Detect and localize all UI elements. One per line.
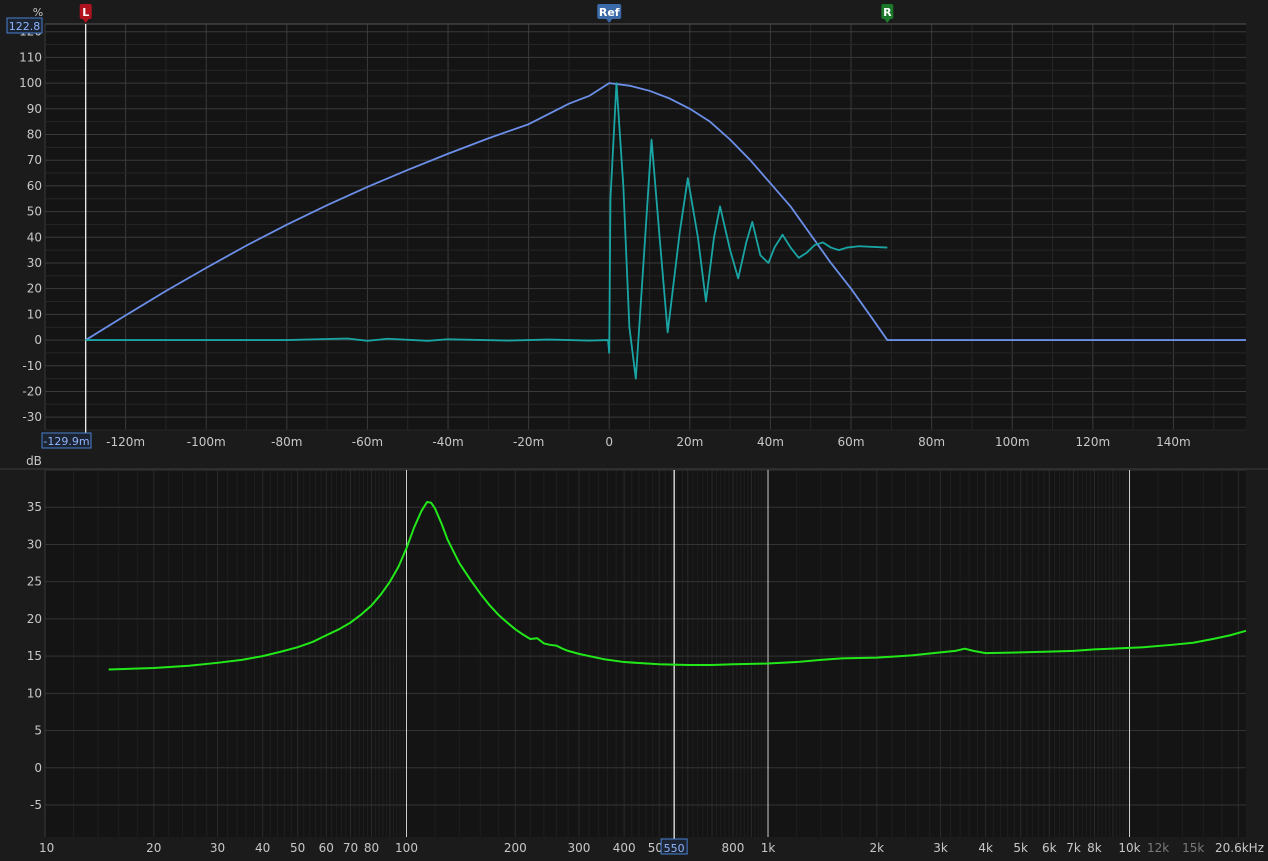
x-tick-label: 400 (613, 841, 636, 855)
y-tick-label: -5 (30, 798, 42, 812)
y-tick-label: 10 (27, 686, 42, 700)
chart-canvas: 1201101009080706050403020100-10-20-30-12… (0, 4, 1268, 855)
y-tick-label: 50 (27, 205, 42, 219)
x-tick-label: 20 (146, 841, 161, 855)
x-tick-label: 1k (761, 841, 776, 855)
y-tick-label: 20 (27, 612, 42, 626)
y-tick-label: 35 (27, 500, 42, 514)
x-tick-label: 5k (1013, 841, 1028, 855)
x-tick-label: 100 (395, 841, 418, 855)
right-marker-label: R (883, 6, 892, 19)
frequency-panel[interactable]: 35302520151050-5dB10 20 30 40 50 60 70 80 100 200… (0, 454, 1268, 855)
y-tick-label: 40 (27, 230, 42, 244)
x-tick-label: 40m (757, 435, 784, 449)
y-tick-label: 30 (27, 537, 42, 551)
x-tick-label: 300 (568, 841, 591, 855)
left-marker-label: L (82, 6, 89, 19)
cursor-x-readout: -129.9m (43, 435, 89, 448)
impulse-panel[interactable]: 1201101009080706050403020100-10-20-30-12… (6, 4, 1246, 449)
y-tick-label: 70 (27, 153, 42, 167)
x-tick-label: 100m (995, 435, 1030, 449)
y-axis-unit: % (33, 6, 43, 19)
x-tick-label: 30 (210, 841, 225, 855)
y-tick-label: 110 (19, 50, 42, 64)
y-tick-label: -20 (22, 384, 42, 398)
x-tick-label: 140m (1156, 435, 1191, 449)
y-tick-label: 25 (27, 575, 42, 589)
cursor-y-readout: 122.8 (9, 20, 41, 33)
x-tick-label: 20m (676, 435, 703, 449)
x-tick-label: 2k (870, 841, 885, 855)
y-tick-label: 20 (27, 282, 42, 296)
x-tick-label: 80m (918, 435, 945, 449)
x-tick-label: -120m (106, 435, 145, 449)
ir-window: 1201101009080706050403020100-10-20-30-12… (0, 0, 1268, 857)
y-tick-label: 30 (27, 256, 42, 270)
ref-marker-pointer (606, 19, 613, 23)
y-tick-label: -30 (22, 410, 42, 424)
cursor-x-readout: 550 (664, 842, 685, 855)
y-tick-label: 90 (27, 102, 42, 116)
left-marker[interactable]: L (79, 4, 92, 23)
x-tick-label: 6k (1042, 841, 1057, 855)
x-tick-label: -100m (187, 435, 226, 449)
x-tick-label: 50 (290, 841, 305, 855)
x-tick-label: 200 (504, 841, 527, 855)
x-tick-label: 3k (933, 841, 948, 855)
x-tick-label: 120m (1076, 435, 1111, 449)
x-tick-label: -80m (271, 435, 302, 449)
x-tick-label: 80 (364, 841, 379, 855)
ref-marker-label: Ref (599, 6, 620, 19)
x-tick-label: -40m (432, 435, 463, 449)
y-tick-label: 0 (34, 761, 42, 775)
x-tick-label: 15k (1182, 841, 1204, 855)
y-tick-label: 15 (27, 649, 42, 663)
x-tick-label: 20.6kHz (1215, 841, 1264, 855)
x-tick-label: 60 (319, 841, 334, 855)
x-tick-label: 8k (1087, 841, 1102, 855)
left-marker-pointer (82, 19, 89, 23)
y-tick-label: 10 (27, 307, 42, 321)
x-tick-label: 10k (1118, 841, 1140, 855)
x-tick-label: -60m (352, 435, 383, 449)
y-tick-label: 80 (27, 127, 42, 141)
ref-marker[interactable]: Ref (597, 4, 622, 23)
y-tick-label: 0 (34, 333, 42, 347)
x-tick-label: 70 (343, 841, 358, 855)
x-tick-label: 800 (722, 841, 745, 855)
x-tick-label: 7k (1066, 841, 1081, 855)
x-tick-label: 4k (978, 841, 993, 855)
y-tick-label: 60 (27, 179, 42, 193)
x-tick-label: 0 (605, 435, 613, 449)
y-tick-label: 5 (34, 724, 42, 738)
x-tick-label: 10 (39, 841, 54, 855)
x-tick-label: 60m (838, 435, 865, 449)
right-marker[interactable]: R (881, 4, 894, 23)
x-tick-label: 40 (255, 841, 270, 855)
y-tick-label: -10 (22, 359, 42, 373)
x-tick-label: -20m (513, 435, 544, 449)
right-marker-pointer (884, 19, 891, 23)
plot-area[interactable] (45, 470, 1246, 837)
x-tick-label: 12k (1147, 841, 1169, 855)
y-tick-label: 100 (19, 76, 42, 90)
y-axis-unit: dB (26, 454, 42, 468)
